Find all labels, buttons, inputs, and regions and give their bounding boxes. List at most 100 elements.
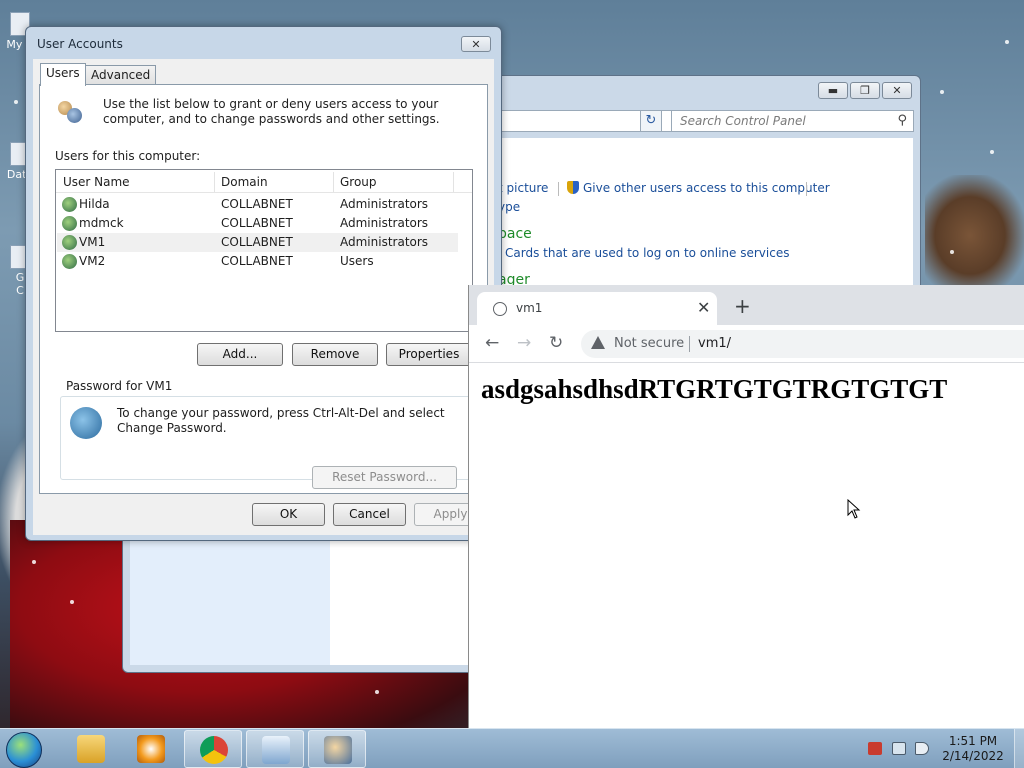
- cell-group: Administrators: [340, 216, 429, 230]
- link-separator: [558, 182, 559, 196]
- search-icon[interactable]: ⚲: [897, 113, 907, 128]
- tab-strip: vm1 ✕ +: [469, 285, 1024, 325]
- give-access-label: Give other users access to this computer: [583, 181, 830, 195]
- maximize-button[interactable]: ❐: [850, 82, 880, 99]
- globe-icon: [493, 302, 507, 316]
- give-access-link[interactable]: Give other users access to this computer: [567, 181, 830, 195]
- reset-password-button[interactable]: Reset Password...: [312, 466, 457, 489]
- wallpaper-reindeer: [925, 175, 1024, 285]
- link-separator: [806, 182, 807, 196]
- cell-user-name: VM2: [79, 254, 106, 268]
- start-button[interactable]: [6, 732, 42, 768]
- intro-text: Use the list below to grant or deny user…: [103, 97, 440, 126]
- properties-button[interactable]: Properties: [386, 343, 472, 366]
- snowflake: [375, 690, 379, 694]
- user-accounts-icon: [324, 736, 352, 764]
- users-icon: [56, 98, 86, 128]
- user-icon: [62, 254, 77, 269]
- warning-icon[interactable]: [591, 336, 605, 349]
- cell-user-name: mdmck: [79, 216, 124, 230]
- table-row[interactable]: mdmck COLLABNET Administrators: [57, 214, 458, 233]
- tab-advanced[interactable]: Advanced: [85, 65, 157, 85]
- network-icon[interactable]: [892, 742, 906, 755]
- user-icon: [62, 197, 77, 212]
- user-key-icon: [70, 407, 102, 439]
- tab-title: vm1: [516, 301, 543, 315]
- taskbar-media-player[interactable]: [122, 730, 180, 768]
- dialog-body: Users Advanced Use the list below to gra…: [33, 59, 494, 535]
- forward-arrow-icon[interactable]: →: [517, 333, 531, 353]
- snowflake: [1005, 40, 1009, 44]
- column-user-name[interactable]: User Name: [63, 175, 130, 189]
- cell-domain: COLLABNET: [221, 235, 293, 249]
- taskbar-control-panel[interactable]: [246, 730, 304, 768]
- table-row[interactable]: Hilda COLLABNET Administrators: [57, 195, 458, 214]
- omnibox[interactable]: Not secure vm1/: [581, 330, 1024, 358]
- cancel-button[interactable]: Cancel: [333, 503, 406, 526]
- mouse-cursor-icon: [847, 499, 861, 519]
- section-heading-credential[interactable]: pace: [498, 226, 532, 242]
- minimize-button[interactable]: ▬: [818, 82, 848, 99]
- snowflake: [940, 90, 944, 94]
- search-input[interactable]: Search Control Panel ⚲: [671, 110, 914, 132]
- system-clock[interactable]: 1:51 PM 2/14/2022: [934, 734, 1012, 764]
- password-instructions: To change your password, press Ctrl-Alt-…: [117, 406, 445, 435]
- cell-domain: COLLABNET: [221, 197, 293, 211]
- column-group[interactable]: Group: [340, 175, 377, 189]
- url-text[interactable]: vm1/: [698, 336, 731, 351]
- user-accounts-dialog: User Accounts ✕ Users Advanced Use the l…: [25, 26, 502, 541]
- remove-button[interactable]: Remove: [292, 343, 378, 366]
- taskbar-user-accounts[interactable]: [308, 730, 366, 768]
- browser-tab[interactable]: vm1 ✕: [477, 292, 717, 325]
- users-list-label: Users for this computer:: [55, 149, 201, 163]
- user-icon: [62, 235, 77, 250]
- action-center-flag-icon[interactable]: [868, 742, 882, 755]
- taskbar-chrome[interactable]: [184, 730, 242, 768]
- browser-toolbar: ← → ↻ Not secure vm1/: [469, 325, 1024, 363]
- cell-group: Administrators: [340, 197, 429, 211]
- snowflake: [70, 600, 74, 604]
- shield-icon: [567, 181, 579, 194]
- cell-domain: COLLABNET: [221, 254, 293, 268]
- show-desktop-button[interactable]: [1014, 729, 1024, 768]
- page-heading: asdgsahsdhsdRTGRTGTGTRGTGTGT: [481, 374, 948, 404]
- table-row[interactable]: VM2 COLLABNET Users: [57, 252, 458, 271]
- user-icon: [62, 216, 77, 231]
- change-picture-link[interactable]: t picture: [498, 181, 548, 195]
- refresh-button[interactable]: ↻: [640, 110, 662, 132]
- column-divider[interactable]: [453, 172, 454, 192]
- taskbar-explorer[interactable]: [62, 730, 120, 768]
- snowflake: [14, 100, 18, 104]
- snowflake: [990, 150, 994, 154]
- table-row-selected[interactable]: VM1 COLLABNET Administrators: [57, 233, 458, 252]
- back-arrow-icon[interactable]: ←: [485, 333, 499, 353]
- add-button[interactable]: Add...: [197, 343, 283, 366]
- folder-icon: [77, 735, 105, 763]
- taskbar: 1:51 PM 2/14/2022: [0, 728, 1024, 768]
- tab-users[interactable]: Users: [40, 63, 86, 86]
- reload-icon[interactable]: ↻: [549, 333, 563, 353]
- omnibox-divider: [689, 336, 690, 352]
- clock-time: 1:51 PM: [948, 734, 998, 748]
- control-panel-icon: [262, 736, 290, 764]
- volume-icon[interactable]: [915, 742, 929, 755]
- close-button[interactable]: ✕: [882, 82, 912, 99]
- not-secure-label[interactable]: Not secure: [614, 336, 684, 351]
- close-tab-icon[interactable]: ✕: [697, 298, 710, 317]
- chrome-window: vm1 ✕ + ← → ↻ Not secure vm1/ asdgsahsdh…: [468, 285, 1024, 728]
- clock-date: 2/14/2022: [942, 749, 1004, 763]
- list-header: User Name Domain Group: [56, 170, 472, 193]
- cell-group: Administrators: [340, 235, 429, 249]
- dialog-title: User Accounts: [37, 37, 123, 51]
- cell-user-name: VM1: [79, 235, 106, 249]
- ok-button[interactable]: OK: [252, 503, 325, 526]
- password-group: Password for VM1 To change your password…: [51, 379, 480, 496]
- users-list[interactable]: User Name Domain Group Hilda COLLABNET A…: [55, 169, 473, 332]
- new-tab-button[interactable]: +: [734, 296, 751, 316]
- column-divider[interactable]: [214, 172, 215, 192]
- column-divider[interactable]: [333, 172, 334, 192]
- column-domain[interactable]: Domain: [221, 175, 268, 189]
- close-button[interactable]: ✕: [461, 36, 491, 52]
- cell-domain: COLLABNET: [221, 216, 293, 230]
- cards-link[interactable]: Cards that are used to log on to online …: [505, 246, 789, 260]
